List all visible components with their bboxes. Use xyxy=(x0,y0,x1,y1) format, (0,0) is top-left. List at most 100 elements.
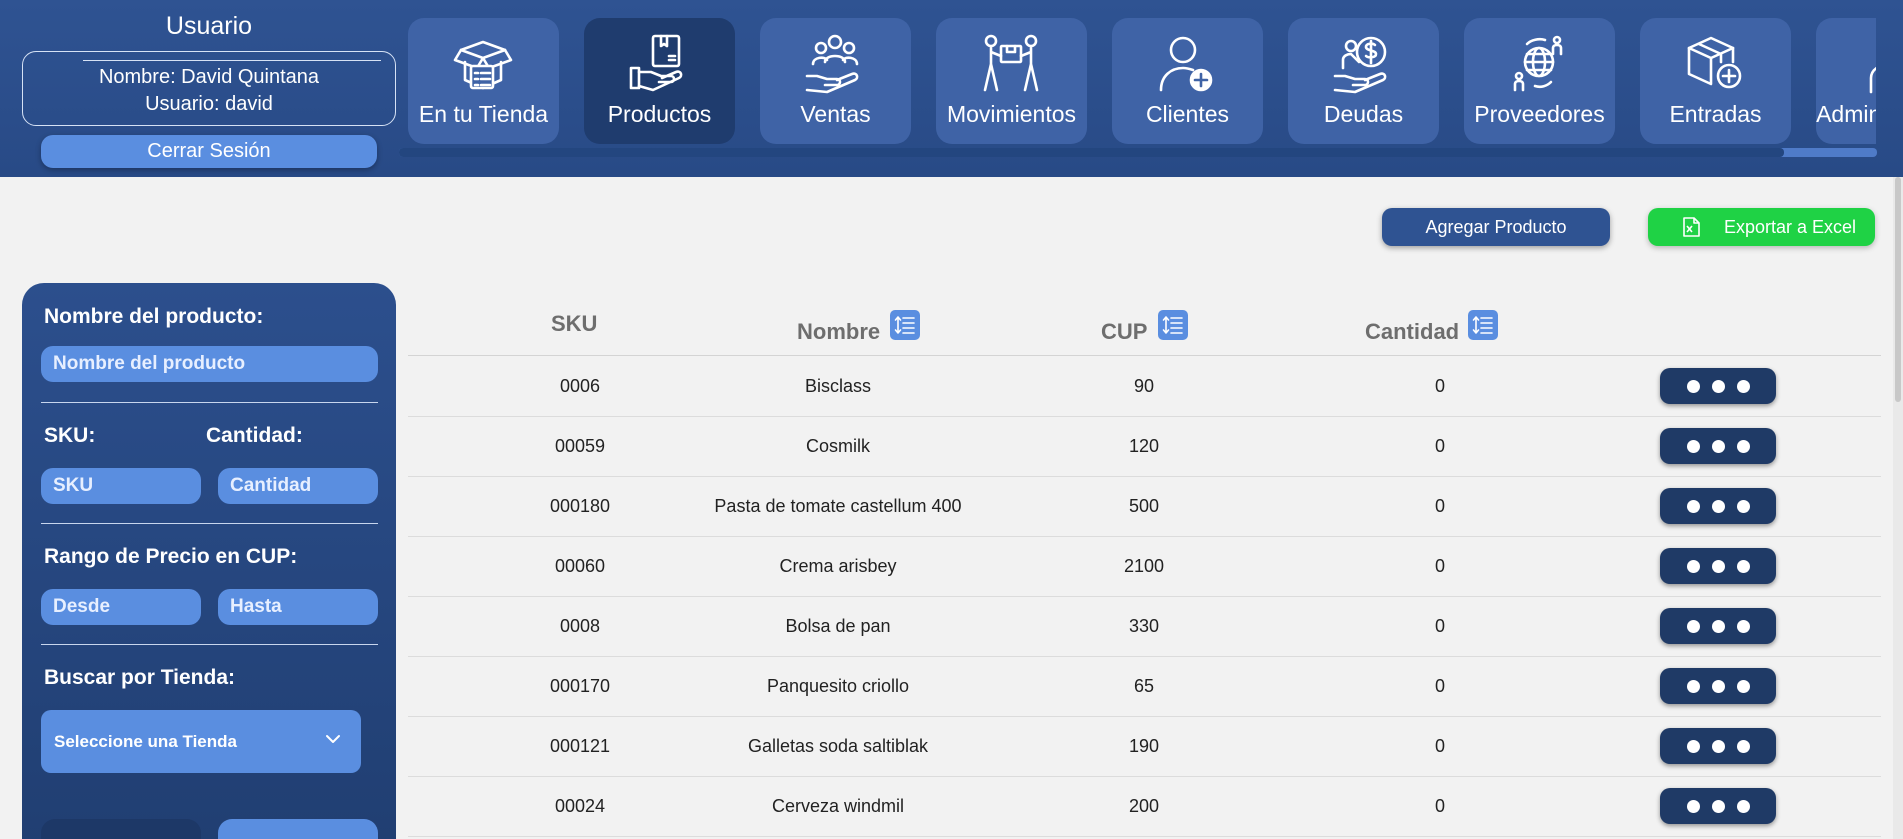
row-options-button[interactable] xyxy=(1660,608,1776,644)
page-scrollbar[interactable] xyxy=(1893,177,1903,839)
sort-cup-button[interactable] xyxy=(1158,310,1188,340)
price-range-label: Rango de Precio en CUP: xyxy=(44,545,298,568)
more-dots-icon xyxy=(1737,440,1750,453)
cell-cantidad: 0 xyxy=(1434,496,1445,516)
table-row: 00024 Cerveza windmil 200 0 xyxy=(408,777,1881,837)
cell-sku: 000121 xyxy=(549,736,611,756)
store-select[interactable]: Seleccione una Tienda xyxy=(41,710,361,773)
cell-cup: 120 xyxy=(1128,436,1160,456)
chevron-down-icon xyxy=(326,735,340,743)
table-row: 00060 Crema arisbey 2100 0 xyxy=(408,537,1881,597)
product-name-input[interactable]: Nombre del producto xyxy=(41,346,378,382)
row-options-button[interactable] xyxy=(1660,368,1776,404)
price-from-input[interactable]: Desde xyxy=(41,589,201,625)
row-options-button[interactable] xyxy=(1660,428,1776,464)
cell-cantidad: 0 xyxy=(1434,796,1445,816)
export-excel-label: Exportar a Excel xyxy=(1724,217,1857,237)
column-header-cup: CUP xyxy=(1101,319,1148,344)
sort-cantidad-button[interactable] xyxy=(1468,310,1498,340)
sidebar-divider xyxy=(41,402,378,403)
row-options-button[interactable] xyxy=(1660,728,1776,764)
cell-name: Bolsa de pan xyxy=(785,616,891,636)
nav-label-en-tu-tienda: En tu Tienda xyxy=(418,101,549,127)
cell-name: Cosmilk xyxy=(805,436,870,456)
store-select-value: Seleccione una Tienda xyxy=(54,732,237,751)
nav-item-en-tu-tienda[interactable]: En tu Tienda xyxy=(408,18,559,144)
filter-apply-button[interactable] xyxy=(41,819,201,839)
nav-label-movimientos: Movimientos xyxy=(946,101,1077,127)
sales-people-icon xyxy=(805,34,859,94)
cell-sku: 00059 xyxy=(554,436,606,456)
nav-item-clientes[interactable]: Clientes xyxy=(1112,18,1263,144)
row-options-button[interactable] xyxy=(1660,788,1776,824)
page-scrollbar-thumb[interactable] xyxy=(1895,177,1901,402)
price-to-input[interactable]: Hasta xyxy=(218,589,378,625)
add-product-button[interactable]: Agregar Producto xyxy=(1382,208,1610,246)
cell-cantidad: 0 xyxy=(1434,436,1445,456)
sort-nombre-button[interactable] xyxy=(890,310,920,340)
store-search-label: Buscar por Tienda: xyxy=(44,666,235,689)
nav-item-ventas[interactable]: Ventas xyxy=(760,18,911,144)
cell-sku: 000170 xyxy=(549,676,611,696)
more-dots-icon xyxy=(1737,680,1750,693)
nav-label-proveedores: Proveedores xyxy=(1474,101,1605,127)
user-box-divider xyxy=(83,60,381,61)
nav-item-movimientos[interactable]: Movimientos xyxy=(936,18,1087,144)
nav-item-productos[interactable]: Productos xyxy=(584,18,735,144)
row-options-button[interactable] xyxy=(1660,668,1776,704)
table-row: 000121 Galletas soda saltiblak 190 0 xyxy=(408,717,1881,777)
nav-scrollbar-thumb[interactable] xyxy=(399,148,1784,157)
movers-box-icon xyxy=(983,34,1039,92)
more-dots-icon xyxy=(1687,560,1700,573)
table-header-divider xyxy=(408,355,1881,356)
sku-input[interactable]: SKU xyxy=(41,468,201,504)
more-dots-icon xyxy=(1737,500,1750,513)
row-options-button[interactable] xyxy=(1660,548,1776,584)
product-hand-icon xyxy=(629,34,683,92)
more-dots-icon xyxy=(1687,620,1700,633)
more-dots-icon xyxy=(1737,620,1750,633)
more-dots-icon xyxy=(1712,440,1725,453)
more-dots-icon xyxy=(1712,680,1725,693)
filter-clear-button[interactable] xyxy=(218,819,378,839)
sidebar-divider xyxy=(41,523,378,524)
nav-item-entradas[interactable]: Entradas xyxy=(1640,18,1791,144)
more-dots-icon xyxy=(1737,380,1750,393)
more-dots-icon xyxy=(1712,740,1725,753)
more-dots-icon xyxy=(1712,560,1725,573)
more-dots-icon xyxy=(1687,800,1700,813)
cell-sku: 0008 xyxy=(559,616,601,636)
cell-cup: 2100 xyxy=(1123,556,1165,576)
cell-cup: 200 xyxy=(1128,796,1160,816)
sku-label: SKU: xyxy=(44,424,96,447)
suppliers-globe-icon xyxy=(1513,35,1563,92)
add-client-icon xyxy=(1159,36,1213,92)
quantity-input[interactable]: Cantidad xyxy=(218,468,378,504)
nav-scrollbar[interactable] xyxy=(399,148,1877,157)
cell-cantidad: 0 xyxy=(1434,556,1445,576)
sort-icon xyxy=(894,316,915,334)
row-options-button[interactable] xyxy=(1660,488,1776,524)
cell-name: Galletas soda saltiblak xyxy=(747,736,929,756)
nav-label-ventas: Ventas xyxy=(800,101,871,127)
debt-money-icon xyxy=(1333,36,1387,94)
more-dots-icon xyxy=(1712,800,1725,813)
column-header-sku: SKU xyxy=(551,311,598,336)
top-header: Usuario Nombre: David Quintana Usuario: … xyxy=(0,0,1903,177)
more-dots-icon xyxy=(1737,560,1750,573)
table-row: 0008 Bolsa de pan 330 0 xyxy=(408,597,1881,657)
user-info-box: Nombre: David Quintana Usuario: david xyxy=(22,51,396,126)
nav-item-administracion[interactable]: Administración xyxy=(1816,18,1876,144)
table-row: 000170 Panquesito criollo 65 0 xyxy=(408,657,1881,717)
export-excel-button[interactable]: Exportar a Excel xyxy=(1648,208,1875,246)
cell-cup: 90 xyxy=(1133,376,1155,396)
nav-label-administracion: Administración xyxy=(1816,101,1876,127)
cell-cup: 330 xyxy=(1128,616,1160,636)
nav-item-deudas[interactable]: Deudas xyxy=(1288,18,1439,144)
user-section-title: Usuario xyxy=(165,12,253,40)
logout-button[interactable]: Cerrar Sesión xyxy=(41,135,377,168)
more-dots-icon xyxy=(1687,740,1700,753)
nav-item-proveedores[interactable]: Proveedores xyxy=(1464,18,1615,144)
column-header-nombre: Nombre xyxy=(797,319,881,344)
cell-cantidad: 0 xyxy=(1434,676,1445,696)
